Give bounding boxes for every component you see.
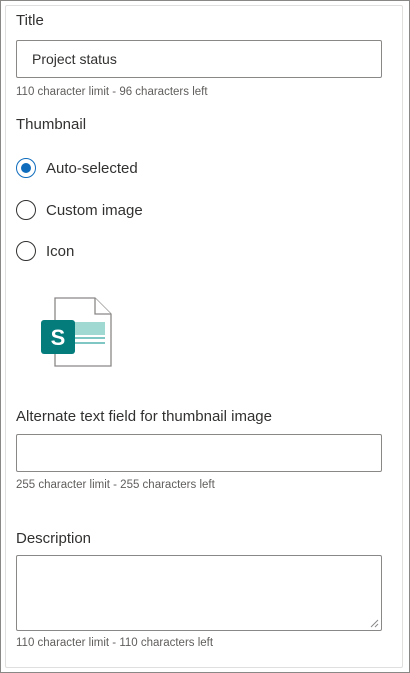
description-label: Description xyxy=(16,530,92,547)
title-label: Title xyxy=(16,12,44,29)
alt-text-char-count: 255 character limit - 255 characters lef… xyxy=(16,479,215,491)
radio-icon[interactable]: Icon xyxy=(16,239,74,263)
radio-custom-image[interactable]: Custom image xyxy=(16,198,143,222)
radio-auto-selected[interactable]: Auto-selected xyxy=(16,156,138,180)
description-char-count: 110 character limit - 110 characters lef… xyxy=(16,637,214,649)
alt-text-label: Alternate text field for thumbnail image xyxy=(16,408,272,425)
icon-letter: S xyxy=(51,325,66,350)
description-textarea[interactable] xyxy=(16,555,382,631)
radio-label-auto-selected: Auto-selected xyxy=(46,159,138,177)
radio-label-custom-image: Custom image xyxy=(46,201,143,219)
sharepoint-file-icon: S xyxy=(41,297,112,367)
alt-text-input[interactable] xyxy=(16,434,382,472)
title-input[interactable]: Project status xyxy=(16,40,382,78)
radio-button[interactable] xyxy=(16,200,36,220)
thumbnail-label: Thumbnail xyxy=(16,116,87,133)
radio-label-icon: Icon xyxy=(46,242,75,260)
radio-button[interactable] xyxy=(16,241,36,261)
title-char-count: 110 character limit - 96 characters left xyxy=(16,86,208,98)
resize-handle-icon[interactable] xyxy=(370,619,379,628)
radio-button-checked[interactable] xyxy=(16,158,36,178)
